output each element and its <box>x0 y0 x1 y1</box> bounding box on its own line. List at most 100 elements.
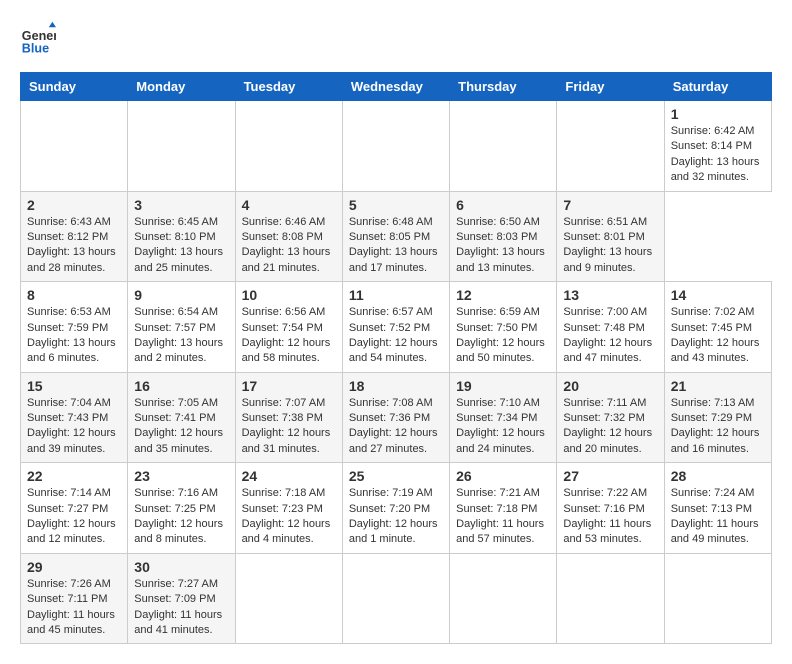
calendar-week-5: 22Sunrise: 7:14 AMSunset: 7:27 PMDayligh… <box>21 463 772 554</box>
day-cell-10: 10Sunrise: 6:56 AMSunset: 7:54 PMDayligh… <box>235 282 342 373</box>
day-cell-23: 23Sunrise: 7:16 AMSunset: 7:25 PMDayligh… <box>128 463 235 554</box>
day-cell-7: 7 Sunrise: 6:51 AMSunset: 8:01 PMDaylight… <box>557 191 664 282</box>
day-info: Sunrise: 7:07 AMSunset: 7:38 PMDaylight:… <box>242 396 336 458</box>
day-info: Sunrise: 7:21 AMSunset: 7:18 PMDaylight:… <box>456 486 550 548</box>
logo-icon: General Blue <box>20 20 56 56</box>
day-info: Sunrise: 7:13 AMSunset: 7:29 PMDaylight:… <box>671 396 765 458</box>
day-number: 11 <box>349 287 443 303</box>
day-number: 9 <box>134 287 228 303</box>
empty-cell <box>557 553 664 644</box>
header-friday: Friday <box>557 73 664 101</box>
empty-cell <box>664 553 771 644</box>
calendar-table: SundayMondayTuesdayWednesdayThursdayFrid… <box>20 72 772 644</box>
day-cell-5: 5Sunrise: 6:48 AMSunset: 8:05 PMDaylight… <box>342 191 449 282</box>
day-info: Sunrise: 7:16 AMSunset: 7:25 PMDaylight:… <box>134 486 228 548</box>
day-cell-27: 27 Sunrise: 7:22 AMSunset: 7:16 PMDayligh… <box>557 463 664 554</box>
header-monday: Monday <box>128 73 235 101</box>
day-cell-9: 9Sunrise: 6:54 AMSunset: 7:57 PMDaylight… <box>128 282 235 373</box>
header-sunday: Sunday <box>21 73 128 101</box>
day-cell-19: 19 Sunrise: 7:10 AMSunset: 7:34 PMDayligh… <box>450 372 557 463</box>
day-info: Sunrise: 7:18 AMSunset: 7:23 PMDaylight:… <box>242 486 336 548</box>
day-number: 22 <box>27 468 121 484</box>
day-cell-15: 15 Sunrise: 7:04 AMSunset: 7:43 PMDayligh… <box>21 372 128 463</box>
day-info: Sunrise: 6:46 AMSunset: 8:08 PMDaylight:… <box>242 215 336 277</box>
day-cell-29: 29 Sunrise: 7:26 AMSunset: 7:11 PMDayligh… <box>21 553 128 644</box>
empty-cell <box>342 553 449 644</box>
day-info: Sunrise: 7:02 AMSunset: 7:45 PMDaylight:… <box>671 305 765 367</box>
day-number: 15 <box>27 378 121 394</box>
day-number: 17 <box>242 378 336 394</box>
calendar-week-3: 8 Sunrise: 6:53 AMSunset: 7:59 PMDaylight… <box>21 282 772 373</box>
day-info: Sunrise: 6:48 AMSunset: 8:05 PMDaylight:… <box>349 215 443 277</box>
calendar-week-6: 29 Sunrise: 7:26 AMSunset: 7:11 PMDayligh… <box>21 553 772 644</box>
day-info: Sunrise: 6:51 AMSunset: 8:01 PMDaylight:… <box>563 215 657 277</box>
day-info: Sunrise: 7:26 AMSunset: 7:11 PMDaylight:… <box>27 577 121 639</box>
day-cell-3: 3 Sunrise: 6:45 AMSunset: 8:10 PMDaylight… <box>128 191 235 282</box>
svg-text:Blue: Blue <box>22 41 49 55</box>
day-info: Sunrise: 6:53 AMSunset: 7:59 PMDaylight:… <box>27 305 121 367</box>
day-number: 28 <box>671 468 765 484</box>
empty-cell <box>128 101 235 192</box>
day-number: 24 <box>242 468 336 484</box>
day-info: Sunrise: 6:57 AMSunset: 7:52 PMDaylight:… <box>349 305 443 367</box>
day-info: Sunrise: 7:11 AMSunset: 7:32 PMDaylight:… <box>563 396 657 458</box>
day-cell-28: 28Sunrise: 7:24 AMSunset: 7:13 PMDayligh… <box>664 463 771 554</box>
day-number: 14 <box>671 287 765 303</box>
logo: General Blue <box>20 20 60 56</box>
day-number: 6 <box>456 197 550 213</box>
day-number: 30 <box>134 559 228 575</box>
day-info: Sunrise: 7:10 AMSunset: 7:34 PMDaylight:… <box>456 396 550 458</box>
calendar-week-4: 15 Sunrise: 7:04 AMSunset: 7:43 PMDayligh… <box>21 372 772 463</box>
day-number: 21 <box>671 378 765 394</box>
day-cell-22: 22Sunrise: 7:14 AMSunset: 7:27 PMDayligh… <box>21 463 128 554</box>
day-info: Sunrise: 6:45 AMSunset: 8:10 PMDaylight:… <box>134 215 228 277</box>
day-number: 13 <box>563 287 657 303</box>
day-cell-13: 13Sunrise: 7:00 AMSunset: 7:48 PMDayligh… <box>557 282 664 373</box>
header-thursday: Thursday <box>450 73 557 101</box>
day-cell-18: 18Sunrise: 7:08 AMSunset: 7:36 PMDayligh… <box>342 372 449 463</box>
day-number: 26 <box>456 468 550 484</box>
day-info: Sunrise: 6:59 AMSunset: 7:50 PMDaylight:… <box>456 305 550 367</box>
day-info: Sunrise: 7:19 AMSunset: 7:20 PMDaylight:… <box>349 486 443 548</box>
day-number: 7 <box>563 197 657 213</box>
empty-cell <box>235 101 342 192</box>
day-info: Sunrise: 7:08 AMSunset: 7:36 PMDaylight:… <box>349 396 443 458</box>
calendar-week-2: 2 Sunrise: 6:43 AMSunset: 8:12 PMDaylight… <box>21 191 772 282</box>
day-info: Sunrise: 6:43 AMSunset: 8:12 PMDaylight:… <box>27 215 121 277</box>
empty-cell <box>342 101 449 192</box>
day-cell-24: 24 Sunrise: 7:18 AMSunset: 7:23 PMDayligh… <box>235 463 342 554</box>
day-number: 25 <box>349 468 443 484</box>
day-number: 19 <box>456 378 550 394</box>
empty-cell <box>21 101 128 192</box>
day-number: 10 <box>242 287 336 303</box>
day-number: 27 <box>563 468 657 484</box>
day-cell-30: 30Sunrise: 7:27 AMSunset: 7:09 PMDayligh… <box>128 553 235 644</box>
day-number: 8 <box>27 287 121 303</box>
empty-cell <box>450 101 557 192</box>
day-info: Sunrise: 7:04 AMSunset: 7:43 PMDaylight:… <box>27 396 121 458</box>
day-number: 4 <box>242 197 336 213</box>
calendar-week-1: 1 Sunrise: 6:42 AMSunset: 8:14 PMDaylight… <box>21 101 772 192</box>
page-header: General Blue <box>20 20 772 56</box>
day-cell-6: 6Sunrise: 6:50 AMSunset: 8:03 PMDaylight… <box>450 191 557 282</box>
empty-cell <box>235 553 342 644</box>
day-cell-12: 12 Sunrise: 6:59 AMSunset: 7:50 PMDayligh… <box>450 282 557 373</box>
day-number: 20 <box>563 378 657 394</box>
day-cell-4: 4 Sunrise: 6:46 AMSunset: 8:08 PMDaylight… <box>235 191 342 282</box>
day-info: Sunrise: 7:22 AMSunset: 7:16 PMDaylight:… <box>563 486 657 548</box>
day-cell-8: 8 Sunrise: 6:53 AMSunset: 7:59 PMDaylight… <box>21 282 128 373</box>
day-cell-11: 11 Sunrise: 6:57 AMSunset: 7:52 PMDayligh… <box>342 282 449 373</box>
day-cell-16: 16Sunrise: 7:05 AMSunset: 7:41 PMDayligh… <box>128 372 235 463</box>
day-number: 12 <box>456 287 550 303</box>
day-cell-25: 25 Sunrise: 7:19 AMSunset: 7:20 PMDayligh… <box>342 463 449 554</box>
header-saturday: Saturday <box>664 73 771 101</box>
header-tuesday: Tuesday <box>235 73 342 101</box>
header-wednesday: Wednesday <box>342 73 449 101</box>
day-info: Sunrise: 6:42 AMSunset: 8:14 PMDaylight:… <box>671 124 765 186</box>
day-number: 29 <box>27 559 121 575</box>
day-number: 2 <box>27 197 121 213</box>
day-number: 3 <box>134 197 228 213</box>
day-cell-26: 26 Sunrise: 7:21 AMSunset: 7:18 PMDayligh… <box>450 463 557 554</box>
day-number: 1 <box>671 106 765 122</box>
day-cell-14: 14 Sunrise: 7:02 AMSunset: 7:45 PMDayligh… <box>664 282 771 373</box>
